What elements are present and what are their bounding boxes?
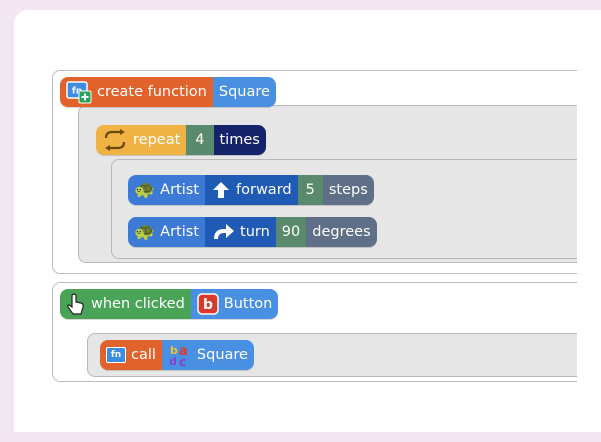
forward-segment[interactable]: forward [205,175,298,205]
b-button-icon: b [197,293,219,315]
repeat-count-text: 4 [195,132,205,148]
artist-segment[interactable]: 🐢 Artist [128,217,206,247]
pointer-hand-icon [66,293,86,315]
artist-segment[interactable]: 🐢 Artist [128,175,206,205]
turn-label: turn [240,224,270,240]
forward-unit-text: steps [328,182,368,198]
abcd-letters-icon: b a d c [168,343,192,367]
call-function-block[interactable]: fn call b a d c Square [100,340,254,370]
create-function-segment[interactable]: fn create function [60,77,213,107]
create-function-label: create function [97,84,207,100]
repeat-count-field[interactable]: 4 [186,125,214,155]
repeat-block[interactable]: repeat 4 times [96,125,266,155]
call-function-name-field[interactable]: b a d c Square [161,340,254,370]
function-name-field[interactable]: Square [212,77,276,107]
fn-icon-label: fn [106,347,126,363]
button-label: Button [223,296,273,312]
svg-text:c: c [179,355,186,367]
when-clicked-header[interactable]: when clicked b Button [60,289,279,319]
forward-label: forward [236,182,292,198]
call-label: call [131,347,156,363]
turn-unit-text: degrees [312,224,371,240]
button-letter: b [203,297,213,313]
turn-unit-segment: degrees [306,217,377,247]
repeat-segment[interactable]: repeat [96,125,187,155]
function-name-text: Square [218,84,270,100]
workspace-canvas: fn create function Square repeat 4 times… [14,10,601,432]
forward-amount-field[interactable]: 5 [297,175,323,205]
canvas-clip: fn create function Square repeat 4 times… [14,10,577,442]
repeat-unit-text: times [219,132,260,148]
turn-segment[interactable]: turn [205,217,276,247]
button-selector[interactable]: b Button [190,289,279,319]
create-function-header[interactable]: fn create function Square [60,77,276,107]
fn-plus-icon: fn [66,80,92,104]
fn-icon: fn [106,347,126,363]
turtle-icon: 🐢 [134,179,156,200]
when-clicked-segment[interactable]: when clicked [60,289,191,319]
artist-label: Artist [160,224,200,240]
repeat-unit-segment: times [213,125,266,155]
repeat-label: repeat [133,132,181,148]
artist-label: Artist [160,182,200,198]
svg-text:d: d [169,355,177,367]
arrow-up-icon [211,180,231,200]
call-segment[interactable]: fn call [100,340,162,370]
when-clicked-label: when clicked [91,296,185,312]
move-forward-block[interactable]: 🐢 Artist forward 5 steps [128,175,374,205]
forward-unit-segment: steps [322,175,374,205]
turn-right-arrow-icon [211,222,235,242]
repeat-arrows-icon [102,129,128,151]
turn-block[interactable]: 🐢 Artist turn 90 degrees [128,217,377,247]
turtle-icon: 🐢 [134,221,156,242]
turn-amount-field[interactable]: 90 [275,217,307,247]
call-function-name: Square [196,347,248,363]
turn-amount-text: 90 [281,224,301,240]
forward-amount-text: 5 [305,182,315,198]
